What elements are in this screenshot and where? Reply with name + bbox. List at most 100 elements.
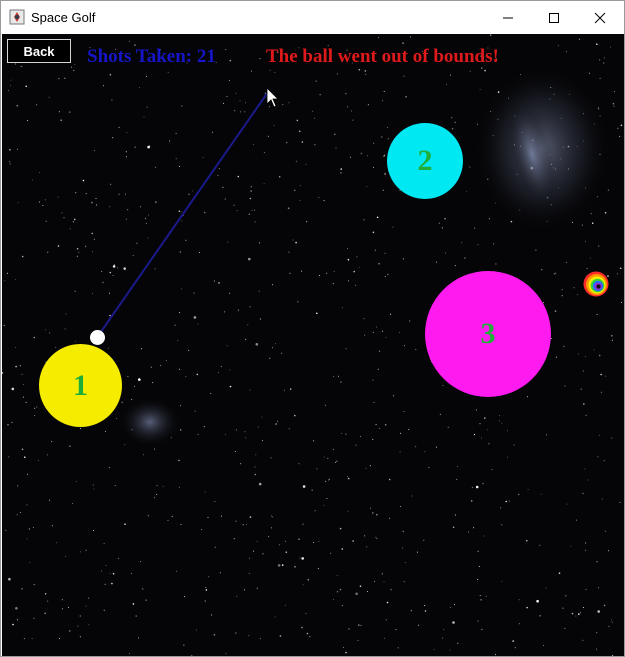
star [539,615,541,617]
star [386,601,389,604]
app-window: Space Golf Back Shots Taken: 21 The ball… [0,0,625,657]
star [599,77,601,79]
maximize-icon [549,12,559,23]
star [236,210,238,211]
star [254,209,255,211]
star [111,99,113,101]
star [385,619,387,621]
star [72,221,74,223]
star [314,144,316,146]
star [268,536,270,538]
star [309,636,311,638]
star [147,515,149,517]
star [254,473,257,476]
star [269,357,271,359]
star [188,349,190,351]
star [155,201,157,203]
star [124,444,126,446]
star [305,163,307,165]
star [366,186,368,187]
game-canvas[interactable]: Back Shots Taken: 21 The ball went out o… [2,34,624,656]
close-button[interactable] [577,1,623,34]
star [306,221,308,223]
star [582,492,584,495]
star [403,411,405,413]
star [473,527,475,529]
star [573,287,575,289]
star [160,365,162,367]
star [423,539,425,541]
star [326,272,328,274]
star [178,486,180,488]
star [345,433,347,435]
star [282,104,284,106]
star [483,535,485,537]
star [611,621,613,623]
star [454,121,456,123]
star [311,489,313,491]
star [403,345,405,347]
star [223,102,225,104]
star [376,513,378,516]
star [328,478,330,480]
star [410,610,412,612]
star [327,457,329,459]
star [229,59,232,62]
star [146,106,148,108]
minimize-button[interactable] [485,1,531,34]
star [326,498,328,499]
star [555,356,557,358]
star [284,389,285,391]
star [225,653,227,655]
star [248,257,251,261]
back-button[interactable]: Back [7,39,71,63]
star [302,584,304,586]
golf-ball[interactable] [90,330,105,345]
star [80,551,82,553]
star [39,172,40,174]
star [15,607,18,610]
star [442,385,444,386]
star [222,186,224,188]
star [237,175,240,178]
star [392,226,394,228]
star [249,389,251,391]
star [205,589,208,591]
star [475,485,479,489]
star [491,469,493,470]
star [596,632,598,634]
maximize-button[interactable] [531,1,577,34]
star [457,466,459,468]
star [563,345,565,347]
star [358,68,361,71]
star [73,70,75,71]
star [315,80,317,82]
star [56,542,57,544]
star [8,90,10,92]
star [82,179,85,182]
star [350,156,352,158]
star [558,572,561,574]
star [147,237,149,239]
star [8,577,11,581]
star [597,456,599,458]
star [302,523,304,525]
star [348,478,350,480]
star [302,485,306,488]
star [452,526,455,529]
star [2,372,4,374]
star [527,396,529,398]
star [583,403,585,405]
star [145,222,147,224]
star [6,272,8,274]
star [415,446,417,448]
star [34,407,36,409]
star [545,587,547,589]
star [571,612,574,615]
planet-label: 2 [417,144,433,177]
star [285,551,288,553]
star [479,595,481,597]
star [299,185,301,187]
star [379,428,381,429]
star [578,353,580,355]
